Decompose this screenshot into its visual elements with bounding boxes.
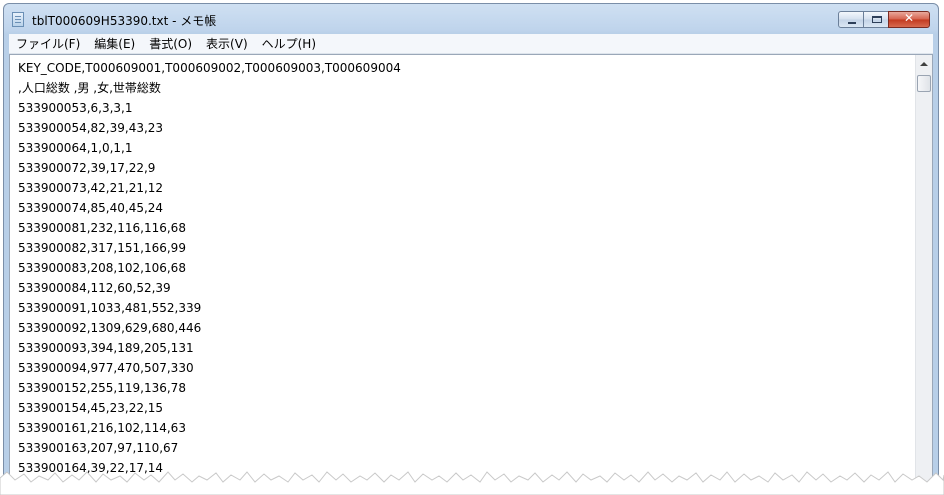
text-line: 533900091,1033,481,552,339 <box>18 301 202 315</box>
text-line: 533900093,394,189,205,131 <box>18 341 194 355</box>
menu-item[interactable]: ファイル(F) <box>9 35 87 52</box>
menu-item[interactable]: 表示(V) <box>199 35 255 52</box>
text-line: 533900074,85,40,45,24 <box>18 201 164 215</box>
title-bar[interactable]: tblT000609H53390.txt - メモ帳 ✕ <box>4 4 938 34</box>
caption-buttons: ✕ <box>838 11 930 28</box>
text-line: 533900081,232,116,116,68 <box>18 221 186 235</box>
menu-item[interactable]: ヘルプ(H) <box>255 35 323 52</box>
document-text[interactable]: KEY_CODE,T000609001,T000609002,T00060900… <box>18 58 908 478</box>
scroll-thumb[interactable] <box>917 75 931 92</box>
window-title: tblT000609H53390.txt - メモ帳 <box>32 14 217 28</box>
text-line: 533900072,39,17,22,9 <box>18 161 156 175</box>
minimize-button[interactable] <box>838 11 864 28</box>
text-line: 533900092,1309,629,680,446 <box>18 321 202 335</box>
close-button[interactable]: ✕ <box>888 11 930 28</box>
torn-edge-effect <box>0 471 944 495</box>
text-line: 533900152,255,119,136,78 <box>18 381 186 395</box>
maximize-button[interactable] <box>863 11 889 28</box>
menu-item[interactable]: 編集(E) <box>87 35 142 52</box>
text-editor[interactable]: KEY_CODE,T000609001,T000609002,T00060900… <box>9 54 933 489</box>
text-line: ,人口総数 ,男 ,女,世帯総数 <box>18 81 161 95</box>
menu-bar: ファイル(F) 編集(E) 書式(O) 表示(V) ヘルプ(H) <box>9 34 933 54</box>
vertical-scrollbar[interactable] <box>915 55 932 489</box>
text-line: 533900161,216,102,114,63 <box>18 421 186 435</box>
text-line: KEY_CODE,T000609001,T000609002,T00060900… <box>18 61 401 75</box>
menu-item[interactable]: 書式(O) <box>142 35 199 52</box>
text-line: 533900083,208,102,106,68 <box>18 261 186 275</box>
text-line: 533900163,207,97,110,67 <box>18 441 179 455</box>
text-line: 533900094,977,470,507,330 <box>18 361 194 375</box>
text-line: 533900082,317,151,166,99 <box>18 241 186 255</box>
notepad-window: tblT000609H53390.txt - メモ帳 ✕ ファイル(F) 編集(E… <box>3 3 939 490</box>
text-line: 533900154,45,23,22,15 <box>18 401 164 415</box>
text-line: 533900073,42,21,21,12 <box>18 181 164 195</box>
text-line: 533900084,112,60,52,39 <box>18 281 171 295</box>
notepad-icon[interactable] <box>12 12 24 27</box>
text-line: 533900054,82,39,43,23 <box>18 121 164 135</box>
text-line: 533900053,6,3,3,1 <box>18 101 133 115</box>
maximize-icon <box>872 16 882 23</box>
text-line: 533900064,1,0,1,1 <box>18 141 133 155</box>
scroll-up-arrow-icon[interactable] <box>920 62 928 66</box>
close-icon: ✕ <box>903 11 915 25</box>
minimize-icon <box>848 22 856 24</box>
